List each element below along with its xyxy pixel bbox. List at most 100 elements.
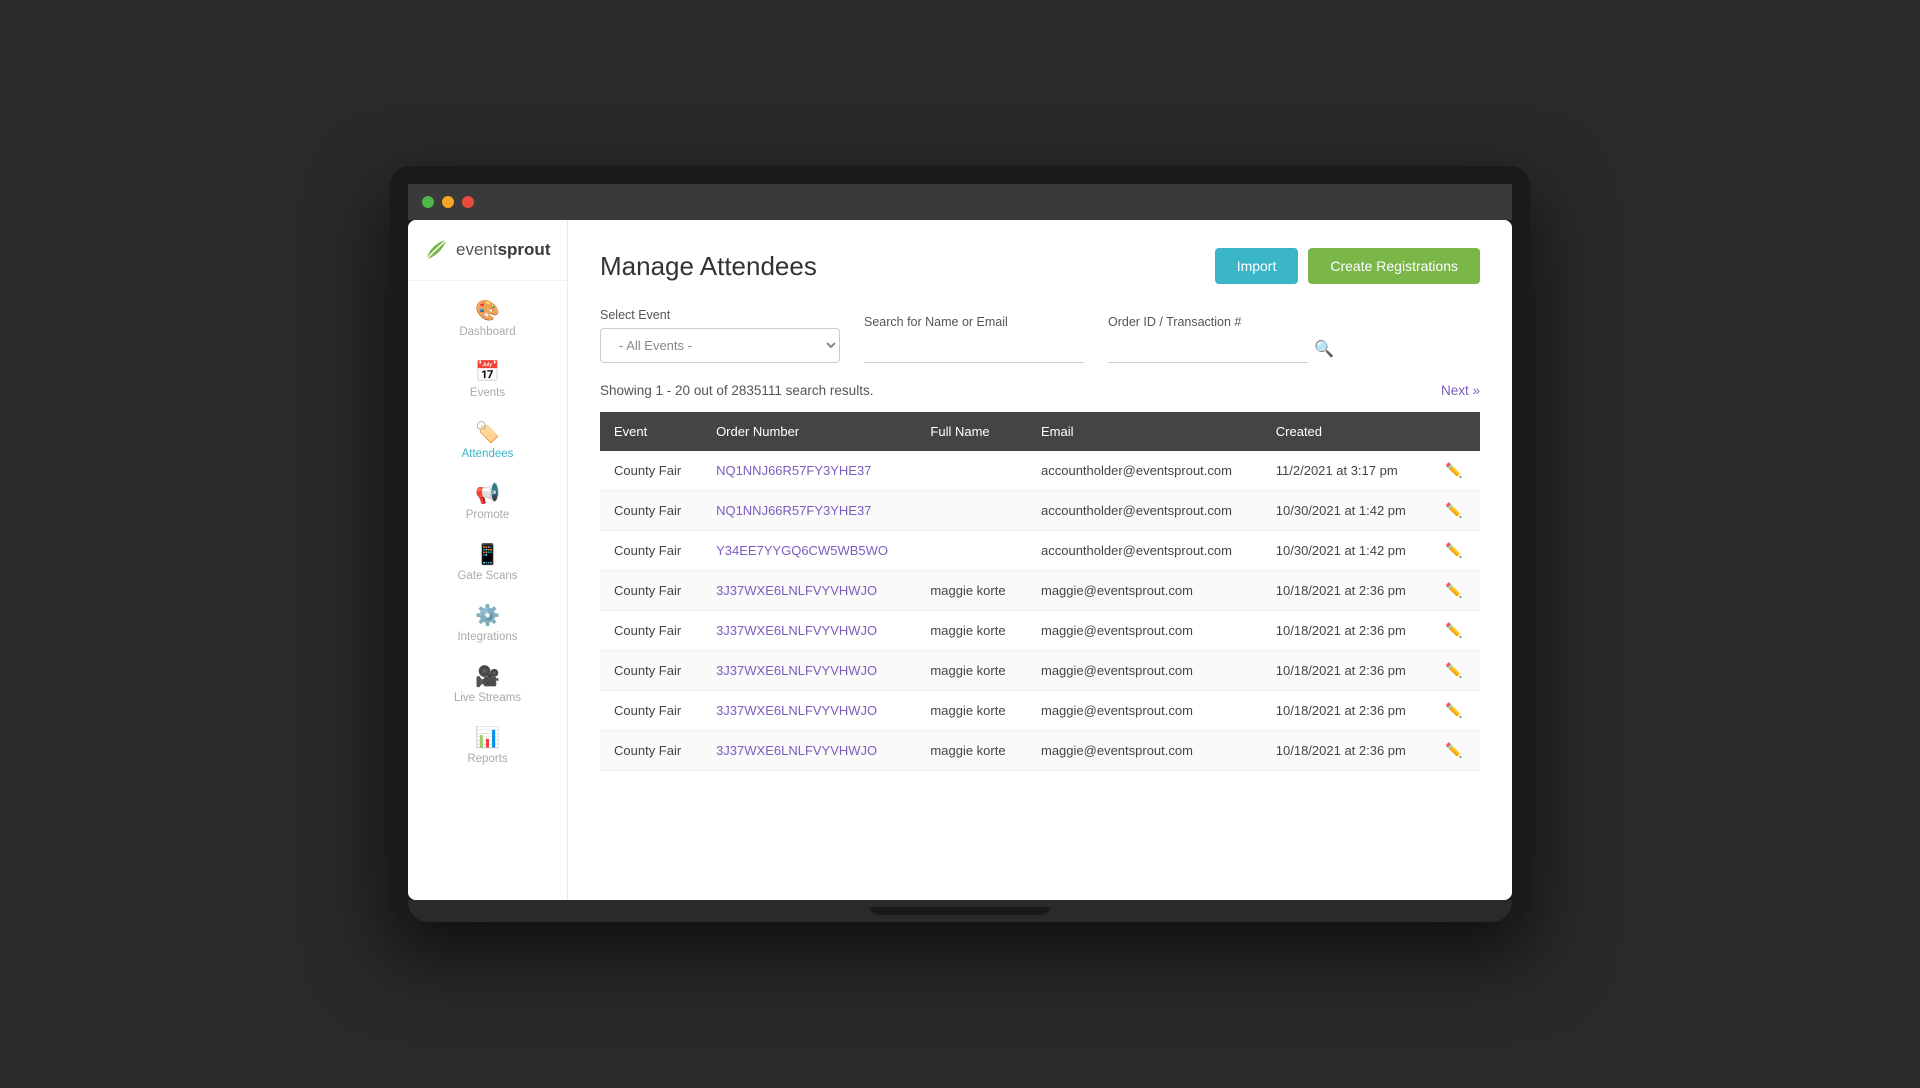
main-content: Manage Attendees Import Create Registrat… (568, 220, 1512, 900)
cell-created: 10/18/2021 at 2:36 pm (1262, 611, 1432, 651)
promote-icon: 📢 (475, 484, 500, 504)
cell-order[interactable]: 3J37WXE6LNLFVYVHWJO (702, 571, 916, 611)
titlebar-dot-red[interactable] (462, 196, 474, 208)
sidebar-item-label: Events (470, 387, 505, 399)
cell-name: maggie korte (916, 691, 1027, 731)
cell-order[interactable]: Y34EE7YYGQ6CW5WB5WO (702, 531, 916, 571)
order-link[interactable]: Y34EE7YYGQ6CW5WB5WO (716, 543, 888, 558)
titlebar-dot-yellow[interactable] (442, 196, 454, 208)
search-name-email-group: Search for Name or Email (864, 315, 1084, 363)
cell-event: County Fair (600, 691, 702, 731)
sidebar-nav: 🎨 Dashboard 📅 Events 🏷️ Attendees 📢 Prom… (408, 289, 567, 777)
create-registrations-button[interactable]: Create Registrations (1308, 248, 1480, 284)
edit-icon[interactable]: ✏️ (1445, 742, 1462, 758)
sidebar-item-label: Attendees (462, 448, 514, 460)
order-link[interactable]: 3J37WXE6LNLFVYVHWJO (716, 703, 877, 718)
order-link[interactable]: 3J37WXE6LNLFVYVHWJO (716, 623, 877, 638)
cell-order[interactable]: NQ1NNJ66R57FY3YHE37 (702, 451, 916, 491)
cell-edit[interactable]: ✏️ (1431, 491, 1480, 531)
cell-name (916, 491, 1027, 531)
search-label: Search for Name or Email (864, 315, 1084, 329)
sidebar-item-reports[interactable]: 📊 Reports (408, 716, 567, 777)
cell-order[interactable]: 3J37WXE6LNLFVYVHWJO (702, 651, 916, 691)
cell-order[interactable]: 3J37WXE6LNLFVYVHWJO (702, 611, 916, 651)
cell-edit[interactable]: ✏️ (1431, 451, 1480, 491)
import-button[interactable]: Import (1215, 248, 1299, 284)
table-header: Event Order Number Full Name Email Creat… (600, 412, 1480, 451)
events-icon: 📅 (475, 362, 500, 382)
edit-icon[interactable]: ✏️ (1445, 582, 1462, 598)
next-link[interactable]: Next » (1441, 383, 1480, 398)
select-event-dropdown[interactable]: - All Events - (600, 328, 840, 363)
order-link[interactable]: NQ1NNJ66R57FY3YHE37 (716, 463, 871, 478)
cell-edit[interactable]: ✏️ (1431, 531, 1480, 571)
col-actions (1431, 412, 1480, 451)
sidebar-item-live-streams[interactable]: 🎥 Live Streams (408, 655, 567, 716)
filters-section: Select Event - All Events - Search for N… (600, 308, 1480, 363)
cell-event: County Fair (600, 651, 702, 691)
search-input[interactable] (864, 335, 1084, 363)
cell-order[interactable]: 3J37WXE6LNLFVYVHWJO (702, 731, 916, 771)
cell-edit[interactable]: ✏️ (1431, 611, 1480, 651)
laptop-bottom (408, 900, 1512, 922)
edit-icon[interactable]: ✏️ (1445, 502, 1462, 518)
cell-name: maggie korte (916, 651, 1027, 691)
cell-created: 10/18/2021 at 2:36 pm (1262, 691, 1432, 731)
edit-icon[interactable]: ✏️ (1445, 622, 1462, 638)
cell-email: maggie@eventsprout.com (1027, 651, 1262, 691)
cell-edit[interactable]: ✏️ (1431, 691, 1480, 731)
edit-icon[interactable]: ✏️ (1445, 662, 1462, 678)
order-link[interactable]: 3J37WXE6LNLFVYVHWJO (716, 583, 877, 598)
cell-email: maggie@eventsprout.com (1027, 691, 1262, 731)
table-row: County FairNQ1NNJ66R57FY3YHE37accounthol… (600, 491, 1480, 531)
edit-icon[interactable]: ✏️ (1445, 542, 1462, 558)
order-link[interactable]: 3J37WXE6LNLFVYVHWJO (716, 743, 877, 758)
cell-email: accountholder@eventsprout.com (1027, 451, 1262, 491)
header-actions: Import Create Registrations (1215, 248, 1480, 284)
cell-order[interactable]: 3J37WXE6LNLFVYVHWJO (702, 691, 916, 731)
order-id-input[interactable] (1108, 335, 1308, 363)
sidebar-item-events[interactable]: 📅 Events (408, 350, 567, 411)
cell-email: maggie@eventsprout.com (1027, 571, 1262, 611)
logo-icon (422, 236, 450, 264)
col-order-number: Order Number (702, 412, 916, 451)
edit-icon[interactable]: ✏️ (1445, 462, 1462, 478)
search-icon-button[interactable]: 🔍 (1314, 339, 1334, 359)
live-streams-icon: 🎥 (475, 667, 500, 687)
sidebar-item-integrations[interactable]: ⚙️ Integrations (408, 594, 567, 655)
cell-edit[interactable]: ✏️ (1431, 571, 1480, 611)
table-row: County Fair 3J37WXE6LNLFVYVHWJO maggie kor… (600, 691, 1480, 731)
cell-edit[interactable]: ✏️ (1431, 651, 1480, 691)
cell-edit[interactable]: ✏️ (1431, 731, 1480, 771)
cell-event: County Fair (600, 731, 702, 771)
results-count: Showing 1 - 20 out of 2835111 search res… (600, 383, 873, 398)
titlebar-dot-green[interactable] (422, 196, 434, 208)
sidebar-item-attendees[interactable]: 🏷️ Attendees (408, 411, 567, 472)
col-full-name: Full Name (916, 412, 1027, 451)
cell-name (916, 451, 1027, 491)
attendees-icon: 🏷️ (475, 423, 500, 443)
laptop-screen: eventsprout 🎨 Dashboard 📅 Events 🏷️ Atte (408, 220, 1512, 900)
laptop-notch (870, 907, 1050, 915)
sidebar-item-gate-scans[interactable]: 📱 Gate Scans (408, 533, 567, 594)
order-link[interactable]: NQ1NNJ66R57FY3YHE37 (716, 503, 871, 518)
page-title: Manage Attendees (600, 251, 817, 282)
sidebar-item-dashboard[interactable]: 🎨 Dashboard (408, 289, 567, 350)
cell-email: accountholder@eventsprout.com (1027, 491, 1262, 531)
order-link[interactable]: 3J37WXE6LNLFVYVHWJO (716, 663, 877, 678)
cell-email: accountholder@eventsprout.com (1027, 531, 1262, 571)
sidebar-item-promote[interactable]: 📢 Promote (408, 472, 567, 533)
cell-created: 10/30/2021 at 1:42 pm (1262, 531, 1432, 571)
page-header: Manage Attendees Import Create Registrat… (600, 248, 1480, 284)
table-header-row: Event Order Number Full Name Email Creat… (600, 412, 1480, 451)
integrations-icon: ⚙️ (475, 606, 500, 626)
sidebar-item-label: Reports (467, 753, 507, 765)
sidebar-item-label: Live Streams (454, 692, 521, 704)
table-row: County FairNQ1NNJ66R57FY3YHE37accounthol… (600, 451, 1480, 491)
results-bar: Showing 1 - 20 out of 2835111 search res… (600, 383, 1480, 398)
edit-icon[interactable]: ✏️ (1445, 702, 1462, 718)
table-row: County FairY34EE7YYGQ6CW5WB5WOaccounthol… (600, 531, 1480, 571)
app-layout: eventsprout 🎨 Dashboard 📅 Events 🏷️ Atte (408, 220, 1512, 900)
cell-created: 10/18/2021 at 2:36 pm (1262, 651, 1432, 691)
cell-order[interactable]: NQ1NNJ66R57FY3YHE37 (702, 491, 916, 531)
